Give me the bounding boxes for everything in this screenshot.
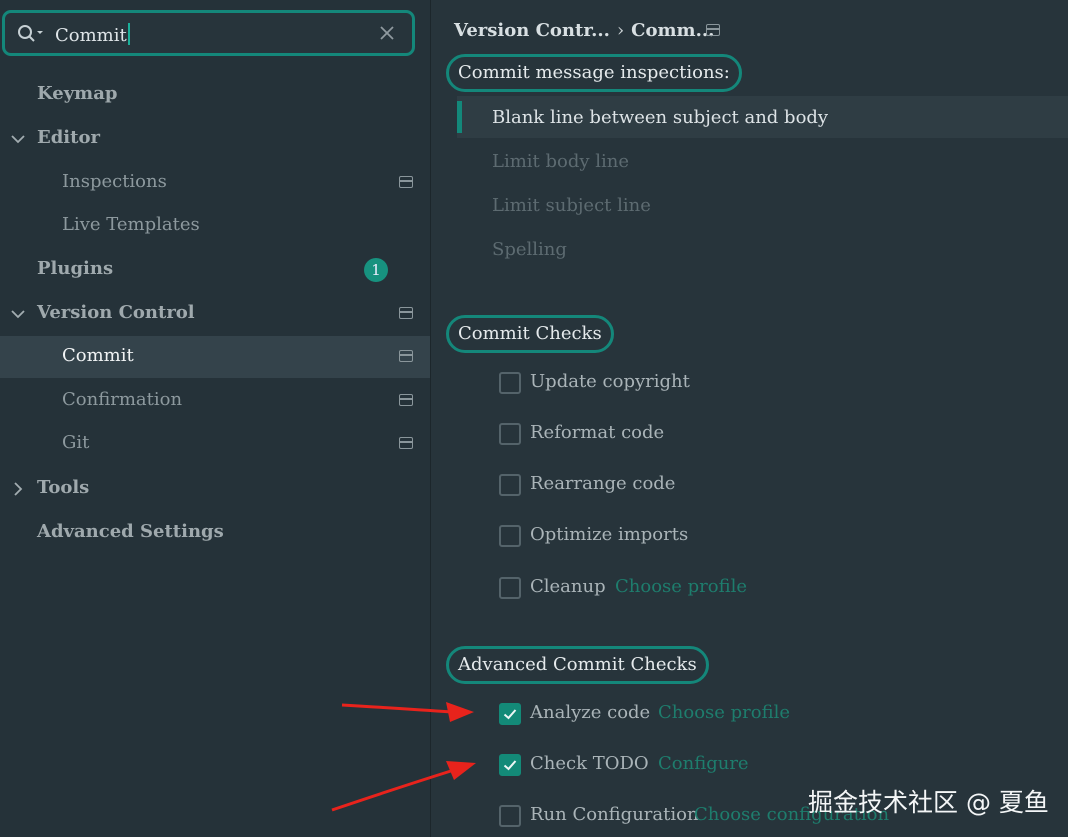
sidebar-item-label: Commit	[62, 345, 134, 366]
annotation-arrows	[331, 702, 476, 812]
sidebar-item-keymap[interactable]: Keymap	[0, 74, 430, 116]
clear-search-icon[interactable]	[378, 24, 396, 42]
chevron-down-icon[interactable]	[10, 306, 26, 322]
project-settings-icon	[399, 394, 413, 406]
inspection-label: Limit body line	[492, 151, 630, 172]
breadcrumb-separator: ›	[616, 20, 625, 41]
checkmark-icon	[503, 709, 517, 720]
commit-checks-title: Commit Checks	[446, 315, 614, 353]
checkbox-label[interactable]: Rearrange code	[530, 473, 675, 494]
choose-profile-link[interactable]: Choose profile	[615, 576, 747, 597]
sidebar-item-label: Live Templates	[62, 214, 200, 235]
sidebar-item-confirmation[interactable]: Confirmation	[0, 380, 430, 422]
checkbox-checked[interactable]	[499, 703, 521, 725]
sidebar-item-inspections[interactable]: Inspections	[0, 162, 430, 204]
checkbox-label[interactable]: Optimize imports	[530, 524, 688, 545]
project-settings-icon	[399, 307, 413, 319]
project-settings-icon	[706, 24, 720, 36]
chevron-down-icon[interactable]	[10, 131, 26, 147]
sidebar-item-live-templates[interactable]: Live Templates	[0, 205, 430, 247]
advanced-commit-checks-title: Advanced Commit Checks	[446, 646, 709, 684]
configure-link[interactable]: Configure	[658, 753, 749, 774]
sidebar-item-label: Inspections	[62, 171, 167, 192]
sidebar-item-label: Tools	[37, 477, 90, 498]
sidebar-item-tools[interactable]: Tools	[0, 468, 430, 510]
sidebar-item-label: Git	[62, 432, 90, 453]
inspection-row[interactable]: Blank line between subject and body	[457, 96, 1068, 138]
breadcrumb-current: Comm...	[631, 20, 715, 41]
settings-search-field[interactable]: Commit	[2, 10, 415, 56]
checkbox-label[interactable]: Reformat code	[530, 422, 664, 443]
inspection-row[interactable]: Limit body line	[457, 140, 1068, 182]
inspection-row[interactable]: Spelling	[457, 228, 1068, 270]
sidebar-item-label: Confirmation	[62, 389, 183, 410]
choose-profile-link[interactable]: Choose profile	[658, 702, 790, 723]
search-input[interactable]: Commit	[55, 23, 130, 46]
checkbox-label[interactable]: Run Configuration	[530, 804, 699, 825]
inspection-label: Spelling	[492, 239, 567, 260]
checkbox[interactable]	[499, 805, 521, 827]
search-icon[interactable]	[17, 24, 47, 44]
sidebar-item-commit[interactable]: Commit	[0, 336, 430, 378]
sidebar-item-label: Version Control	[37, 302, 195, 323]
checkbox-checked[interactable]	[499, 754, 521, 776]
checkbox[interactable]	[499, 577, 521, 599]
checkbox[interactable]	[499, 423, 521, 445]
settings-content-panel: Version Contr... › Comm... Commit message …	[431, 0, 1068, 837]
sidebar-item-label: Editor	[37, 127, 100, 148]
sidebar-item-version-control[interactable]: Version Control	[0, 293, 430, 335]
breadcrumb-parent[interactable]: Version Contr...	[454, 20, 610, 41]
commit-message-inspections-title: Commit message inspections:	[446, 54, 742, 92]
checkbox-label[interactable]: Update copyright	[530, 371, 690, 392]
checkmark-icon	[503, 760, 517, 771]
sidebar-item-label: Advanced Settings	[37, 521, 224, 542]
sidebar-item-label: Plugins	[37, 258, 114, 279]
project-settings-icon	[399, 176, 413, 188]
watermark: 掘金技术社区 @ 夏鱼	[808, 788, 1049, 817]
plugins-update-badge: 1	[364, 258, 388, 282]
checkbox-label[interactable]: Cleanup	[530, 576, 606, 597]
breadcrumb: Version Contr... › Comm...	[454, 20, 714, 41]
sidebar-item-editor[interactable]: Editor	[0, 118, 430, 160]
sidebar-item-git[interactable]: Git	[0, 423, 430, 465]
checkbox-label[interactable]: Check TODO	[530, 753, 649, 774]
inspection-row[interactable]: Limit subject line	[457, 184, 1068, 226]
project-settings-icon	[399, 350, 413, 362]
sidebar-item-plugins[interactable]: Plugins 1	[0, 249, 430, 291]
checkbox[interactable]	[499, 525, 521, 547]
project-settings-icon	[399, 437, 413, 449]
sidebar-item-label: Keymap	[37, 83, 118, 104]
inspection-label: Limit subject line	[492, 195, 651, 216]
chevron-right-icon[interactable]	[10, 481, 26, 497]
checkbox-label[interactable]: Analyze code	[530, 702, 650, 723]
checkbox[interactable]	[499, 474, 521, 496]
sidebar-item-advanced-settings[interactable]: Advanced Settings	[0, 512, 430, 554]
selection-marker	[457, 101, 462, 133]
inspection-label: Blank line between subject and body	[492, 107, 829, 128]
checkbox[interactable]	[499, 372, 521, 394]
